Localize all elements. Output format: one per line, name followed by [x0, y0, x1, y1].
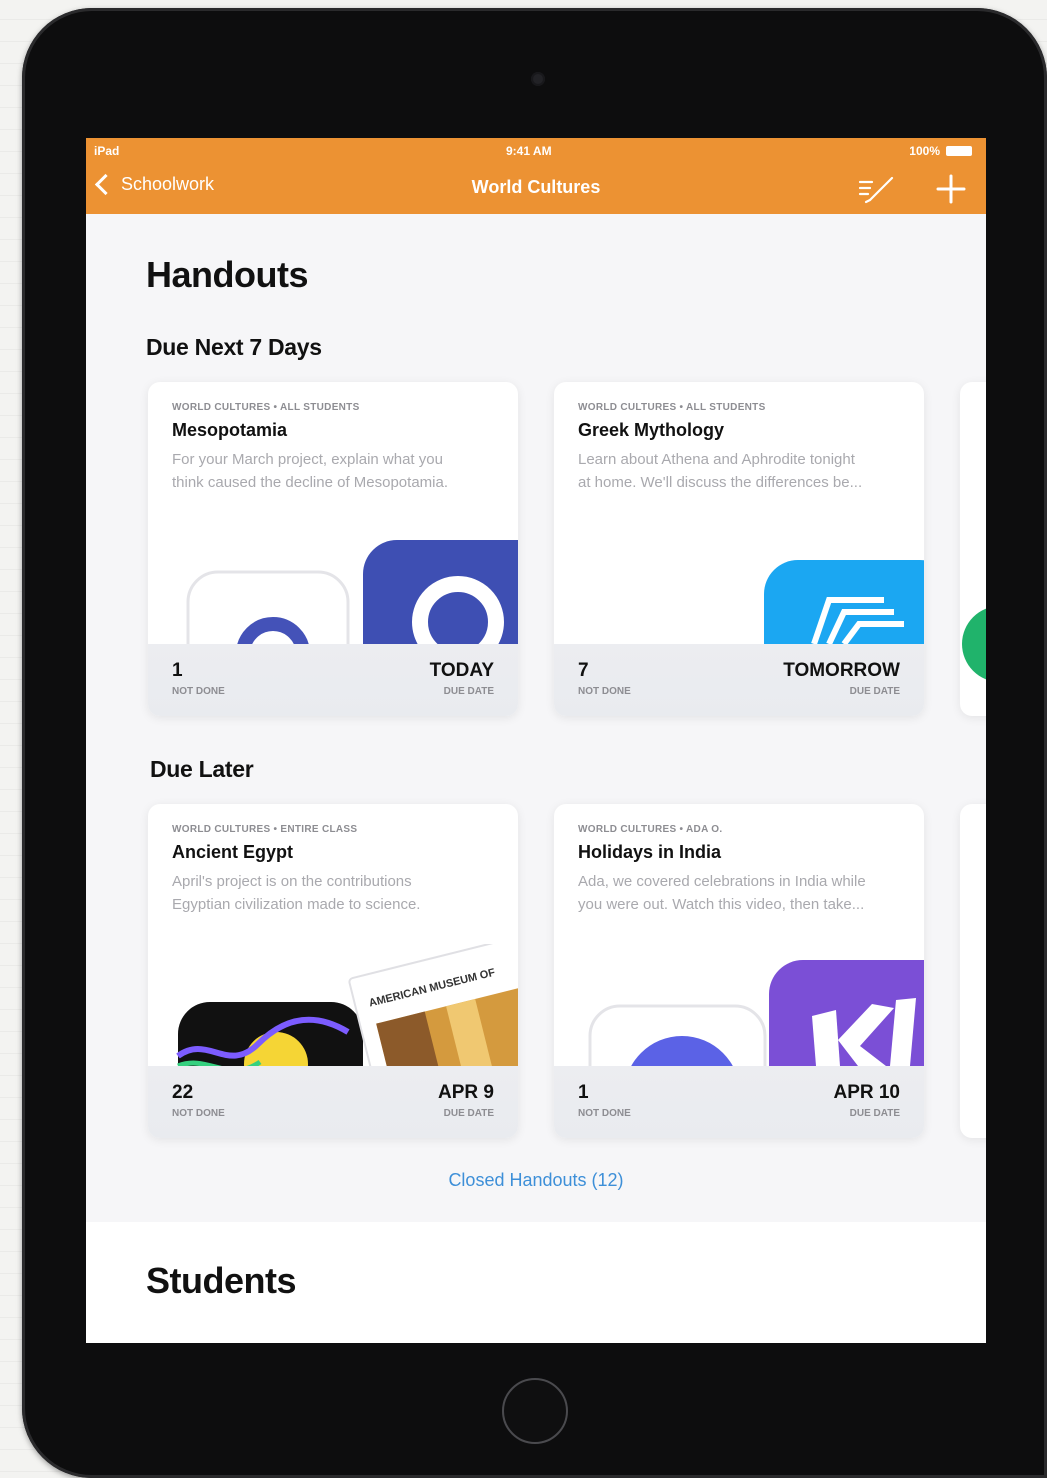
card-class-label: WORLD CULTURES • ALL STUDENTS — [172, 402, 360, 413]
home-button[interactable] — [502, 1378, 568, 1444]
due-date-value: TOMORROW — [783, 660, 900, 681]
card-footer: 7 NOT DONE TOMORROW DUE DATE — [554, 644, 924, 716]
card-class-label: WORLD CULTURES • ENTIRE CLASS — [172, 824, 358, 835]
card-app-icons — [588, 960, 924, 1066]
status-bar: iPad 9:41 AM 100% — [86, 138, 986, 162]
status-right: 100% — [909, 144, 972, 158]
handout-card-ancient-egypt[interactable]: WORLD CULTURES • ENTIRE CLASS Ancient Eg… — [148, 804, 518, 1138]
card-class-label: WORLD CULTURES • ADA O. — [578, 824, 723, 835]
not-done-count: 7 — [578, 660, 589, 681]
device-label: iPad — [94, 144, 120, 158]
card-description: Ada, we covered celebrations in India wh… — [578, 873, 866, 913]
card-footer: 1 NOT DONE TODAY DUE DATE — [148, 644, 518, 716]
card-app-icons — [764, 560, 924, 644]
students-title: Students — [146, 1260, 297, 1301]
card-description: Learn about Athena and Aphrodite tonight… — [578, 451, 863, 491]
navigation-bar: Schoolwork World Cultures — [86, 162, 986, 214]
battery-icon — [946, 146, 972, 156]
page-title: World Cultures — [471, 177, 601, 197]
not-done-label: NOT DONE — [172, 686, 225, 697]
closed-handouts-link[interactable]: Closed Handouts (12) — [86, 1170, 986, 1191]
green-app-icon — [962, 608, 986, 680]
not-done-count: 1 — [172, 660, 183, 681]
app-screen: iPad 9:41 AM 100% Schoolwork World Cultu… — [86, 138, 986, 1343]
next-card-peek[interactable] — [960, 804, 986, 1138]
not-done-label: NOT DONE — [578, 1108, 631, 1119]
compose-icon — [858, 176, 894, 204]
card-class-label: WORLD CULTURES • ALL STUDENTS — [578, 402, 766, 413]
add-button[interactable] — [931, 170, 971, 208]
handout-card-greek-mythology[interactable]: WORLD CULTURES • ALL STUDENTS Greek Myth… — [554, 382, 924, 716]
card-title: Holidays in India — [578, 842, 722, 862]
not-done-count: 1 — [578, 1082, 589, 1103]
white-app-icon — [186, 570, 350, 644]
card-description: For your March project, explain what you… — [172, 451, 448, 491]
card-footer: 1 NOT DONE APR 10 DUE DATE — [554, 1066, 924, 1138]
due-date-value: TODAY — [429, 660, 494, 681]
museum-brochure: AMERICAN MUSEUM OF — [348, 944, 518, 1066]
handout-card-mesopotamia[interactable]: WORLD CULTURES • ALL STUDENTS Mesopotami… — [148, 382, 518, 716]
card-title: Ancient Egypt — [172, 842, 294, 862]
due-date-value: APR 9 — [438, 1082, 494, 1103]
card-title: Greek Mythology — [578, 420, 725, 440]
due-date-label: DUE DATE — [443, 1108, 494, 1119]
not-done-label: NOT DONE — [172, 1108, 225, 1119]
due-date-label: DUE DATE — [443, 686, 494, 697]
due-date-label: DUE DATE — [849, 1108, 900, 1119]
card-title: Mesopotamia — [172, 420, 288, 440]
card-description: April's project is on the contributions … — [172, 873, 421, 913]
due-date-value: APR 10 — [833, 1082, 900, 1103]
compose-button[interactable] — [856, 172, 900, 206]
card-app-icons: AMERICAN MUSEUM OF — [176, 944, 518, 1066]
not-done-label: NOT DONE — [578, 686, 631, 697]
not-done-count: 22 — [172, 1082, 194, 1103]
plus-icon — [936, 174, 966, 204]
next-card-peek[interactable] — [960, 382, 986, 716]
card-app-icons — [186, 540, 518, 644]
content-area: Handouts Due Next 7 Days WORLD CULTURES … — [86, 214, 986, 1343]
battery-percent: 100% — [909, 144, 940, 158]
card-footer: 22 NOT DONE APR 9 DUE DATE — [148, 1066, 518, 1138]
front-camera — [531, 72, 545, 86]
students-section: Students — [86, 1222, 986, 1343]
status-time: 9:41 AM — [506, 144, 552, 158]
due-later-heading: Due Later — [150, 756, 254, 782]
due-next-7-days-heading: Due Next 7 Days — [146, 334, 322, 360]
due-date-label: DUE DATE — [849, 686, 900, 697]
handout-card-holidays-in-india[interactable]: WORLD CULTURES • ADA O. Holidays in Indi… — [554, 804, 924, 1138]
handouts-title: Handouts — [146, 254, 309, 295]
